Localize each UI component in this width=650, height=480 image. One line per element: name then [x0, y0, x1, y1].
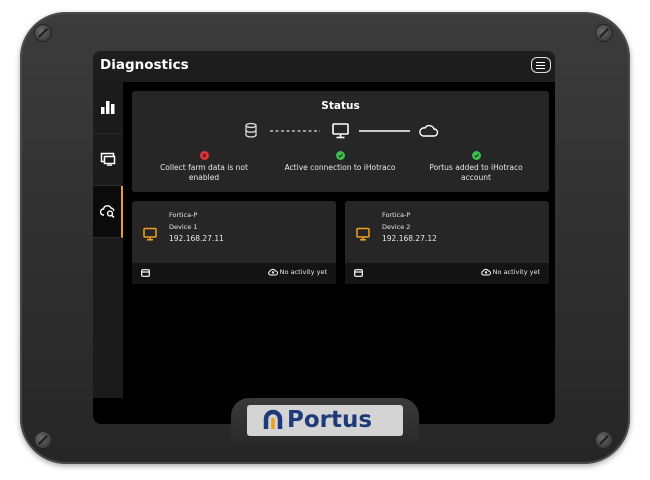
error-icon	[199, 151, 209, 160]
device-model: Fortica-P	[382, 211, 411, 219]
monitor-icon	[356, 227, 370, 241]
cloud-upload-icon	[267, 268, 278, 276]
sidebar-item-diagnostics[interactable]	[93, 186, 123, 238]
device-name: Device 1	[169, 223, 198, 231]
check-icon	[335, 151, 345, 160]
screw-bottom-left	[34, 431, 52, 449]
status-panel: Status Collect farm data is not enabled …	[132, 91, 549, 192]
sidebar-item-devices[interactable]	[93, 134, 123, 186]
device-model: Fortica-P	[169, 211, 198, 219]
device-name: Device 2	[382, 223, 411, 231]
sidebar	[93, 82, 123, 398]
bar-chart-icon	[101, 101, 115, 114]
monitor-icon	[143, 227, 157, 241]
monitor-icon	[100, 152, 116, 166]
card-icon	[354, 269, 363, 277]
status-item-account: Portus added to iHotraco account	[416, 151, 536, 183]
check-icon	[471, 151, 481, 160]
status-label: Portus added to iHotraco account	[429, 163, 523, 182]
screw-top-left	[34, 24, 52, 42]
device-card-footer: No activity yet	[132, 263, 336, 284]
activity-label: No activity yet	[492, 268, 540, 276]
screw-top-right	[595, 24, 613, 42]
database-icon	[245, 122, 257, 138]
card-icon	[141, 269, 150, 277]
header: Diagnostics	[93, 51, 555, 82]
status-label: Collect farm data is not enabled	[160, 163, 248, 182]
connection-diagram	[245, 122, 439, 139]
portus-logo-icon	[263, 409, 283, 429]
sidebar-item-statistics[interactable]	[93, 82, 123, 134]
activity-status: No activity yet	[267, 268, 327, 276]
page-title: Diagnostics	[100, 57, 189, 73]
brand-name: Portus	[287, 407, 373, 433]
status-label: Active connection to iHotraco	[284, 163, 396, 172]
monitor-icon	[332, 123, 349, 139]
device-card-2[interactable]: Fortica-P Device 2 192.168.27.12 No acti…	[345, 201, 549, 284]
activity-status: No activity yet	[480, 268, 540, 276]
device-card-1[interactable]: Fortica-P Device 1 192.168.27.11 No acti…	[132, 201, 336, 284]
status-item-connection: Active connection to iHotraco	[280, 151, 400, 173]
device-card-footer: No activity yet	[345, 263, 549, 284]
screw-bottom-right	[595, 431, 613, 449]
activity-label: No activity yet	[279, 268, 327, 276]
cloud-upload-icon	[480, 268, 491, 276]
cloud-icon	[419, 124, 439, 137]
device-ip: 192.168.27.12	[382, 234, 437, 243]
brand-logo: Portus	[247, 405, 403, 436]
menu-button[interactable]	[531, 57, 551, 73]
status-item-farm-data: Collect farm data is not enabled	[144, 151, 264, 183]
cloud-search-icon	[100, 205, 115, 218]
device-ip: 192.168.27.11	[169, 234, 224, 243]
screen: Diagnostics Status Collect farm data is …	[93, 51, 555, 424]
